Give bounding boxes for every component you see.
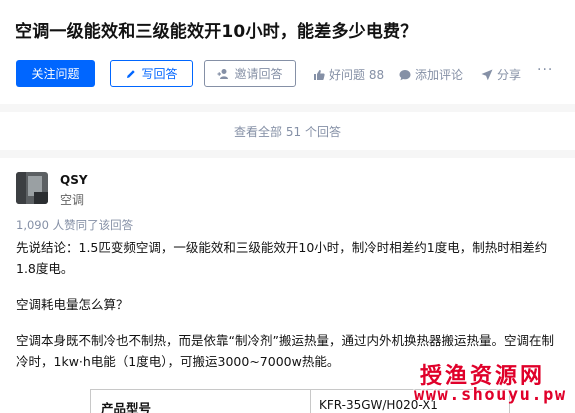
question-title: 空调一级能效和三级能效开10小时，能差多少电费？ (15, 22, 418, 42)
write-answer-button[interactable]: 写回答 (110, 60, 193, 87)
table-header-model: 产品型号 (101, 401, 152, 413)
avatar[interactable] (16, 172, 48, 204)
watermark-url: www.shouyu.pw (414, 385, 567, 405)
add-comment-button[interactable]: 添加评论 (399, 66, 463, 83)
invite-answer-button[interactable]: 邀请回答 (204, 60, 296, 87)
good-question-label: 好问题 88 (329, 68, 385, 82)
invite-answer-label: 邀请回答 (234, 67, 283, 81)
write-answer-label: 写回答 (141, 67, 178, 81)
question-header: 空调一级能效和三级能效开10小时，能差多少电费？ 关注问题 写回答 邀请回答 好… (0, 0, 575, 104)
author-name[interactable]: QSY (60, 173, 88, 187)
share-button[interactable]: 分享 (481, 66, 521, 83)
comment-icon (399, 69, 411, 80)
share-label: 分享 (497, 68, 522, 82)
share-icon (481, 69, 493, 80)
answer-paragraph-1: 先说结论：1.5匹变频空调，一级能效和三级能效开10小时，制冷时相差约1度电，制… (16, 240, 548, 276)
author-bio: 空调 (60, 193, 85, 207)
upvote-count: 1,090 人赞同了该回答 (16, 218, 134, 232)
view-all-answers-link[interactable]: 查看全部 51 个回答 (0, 112, 575, 150)
watermark: 授渔资源网 www.shouyu.pw (398, 352, 575, 413)
more-options-button[interactable]: ··· (537, 62, 553, 78)
good-question-button[interactable]: 好问题 88 (313, 66, 384, 83)
answer-paragraph-2: 空调耗电量怎么算？ (16, 297, 129, 312)
add-user-icon (217, 68, 229, 79)
pencil-icon (127, 69, 136, 78)
follow-question-label: 关注问题 (31, 67, 80, 81)
follow-question-button[interactable]: 关注问题 (16, 60, 95, 87)
thumb-up-icon (314, 69, 325, 80)
add-comment-label: 添加评论 (415, 68, 464, 82)
